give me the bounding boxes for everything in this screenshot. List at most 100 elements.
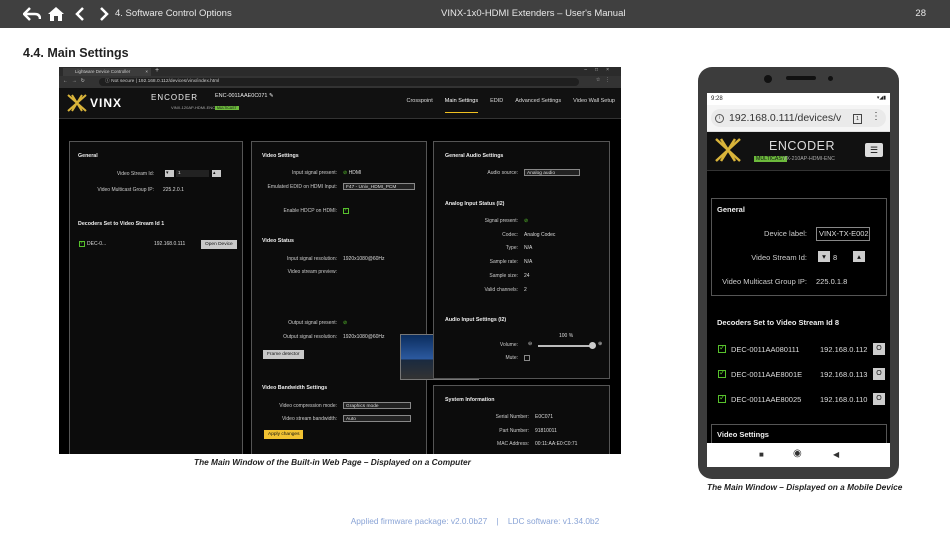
nav-main-settings[interactable]: Main Settings [444,98,479,113]
hamburger-menu-icon[interactable]: ☰ [865,143,883,157]
decoder-checkbox[interactable] [79,240,85,247]
home-icon[interactable] [46,5,66,23]
volume-label: Volume: [499,342,518,348]
close-tab-icon[interactable]: × [145,68,148,76]
url-field[interactable]: ⓘ Not secure | 192.168.0.112/devices/vin… [99,78,579,86]
footer: Applied firmware package: v2.0.0b27 | LD… [0,516,950,526]
input-present-value: ⊘ HDMI [343,170,362,176]
nav-advanced-settings[interactable]: Advanced Settings [515,98,561,113]
status-bar: 9:28 ▾◢▮ [707,93,890,105]
mobile-stream-id-value[interactable]: 8 [833,253,837,262]
volume-slider[interactable] [538,342,596,349]
codec-value: Analog Codec [524,232,556,238]
signal-present-label: Signal present: [484,218,518,224]
decoder-checkbox[interactable] [718,343,726,353]
video-status-title: Video Status [262,238,294,244]
new-tab-icon[interactable]: + [155,67,159,74]
nav-crosspoint[interactable]: Crosspoint [406,98,432,113]
window-controls-icon[interactable]: –□× [584,67,617,73]
decoder-name: DEC-0011AAE80025 [731,395,802,404]
vinx-logo: VINX [67,92,129,114]
mobile-general-title: General [717,205,745,214]
recent-apps-icon[interactable]: ■ [759,450,764,459]
multicast-label: Video Multicast Group IP: [97,187,154,193]
device-label-input[interactable]: VINX-TX-E002( [816,227,870,241]
mobile-stream-id-label: Video Stream Id: [751,253,807,262]
status-icons: ▾◢▮ [876,95,886,101]
volume-slider-knob[interactable] [589,342,596,349]
open-device-button[interactable]: O [873,368,885,380]
mobile-phone: 9:28 ▾◢▮ 192.168.0.111/devices/v i 1 ⋮ E… [698,67,899,479]
stream-id-input[interactable]: 1 [176,170,209,177]
decoder-checkbox[interactable] [718,393,726,403]
open-device-button[interactable]: O [873,393,885,405]
nav-edid[interactable]: EDID [490,98,503,113]
mobile-stream-id-up-button[interactable]: ▴ [853,251,865,262]
decoder-ip: 192.168.0.112 [820,345,868,354]
nav-video-wall[interactable]: Video Wall Setup [573,98,615,113]
chapter-title: 4. Software Control Options [115,8,232,19]
system-panel: System Information Serial Number: E0C071… [433,385,610,454]
type-value: N/A [524,245,533,251]
mute-checkbox[interactable] [524,355,530,361]
computer-caption: The Main Window of the Built-in Web Page… [194,457,471,467]
menu-icon[interactable]: ⋮ [871,111,881,122]
sample-size-label: Sample size: [489,273,518,279]
part-value: 91810011 [535,428,557,434]
next-icon[interactable] [94,5,114,23]
page-number: 28 [915,8,926,19]
decoder-name: DEC-0011AA080111 [731,345,800,354]
open-device-button[interactable]: O [873,343,885,355]
vinx-logo-icon [67,94,87,112]
back-button-icon[interactable]: ◀ [833,450,839,459]
serial-value: E0C071 [535,414,554,420]
frame-detector-button[interactable]: Frame detector [263,350,304,359]
audio-source-label: Audio source: [487,170,518,176]
sample-rate-label: Sample rate: [489,259,518,265]
audio-title: General Audio Settings [445,153,504,159]
volume-slider-fill [538,345,594,347]
mobile-multicast-value: 225.0.1.8 [816,277,848,286]
top-bar: 4. Software Control Options VINX-1x0-HDM… [0,0,950,28]
status-time: 9:28 [711,96,723,102]
hdcp-checkbox[interactable] [343,207,349,214]
bookmark-icon[interactable]: ☆⋮ [596,78,615,83]
compression-mode-select[interactable]: Graphics mode [343,402,411,409]
decoder-name: DEC-0011AAE8001E [731,370,803,379]
output-res-label: Output signal resolution: [283,334,337,340]
compression-mode-label: Video compression mode: [279,403,337,409]
stream-id-down-button[interactable]: ▾ [165,170,174,177]
tabs-count-icon[interactable]: 1 [853,114,862,124]
device-name[interactable]: ENC-0011AAE0C071 ✎ [215,93,274,99]
back-icon[interactable] [22,5,42,23]
mobile-app-header: ENCODER MULTICAST VX-210AP-HDMI-ENC ☰ [707,132,890,171]
mobile-address-bar: 192.168.0.111/devices/v i 1 ⋮ [707,105,890,132]
apply-changes-button[interactable]: Apply changes [264,430,304,439]
serial-label: Serial Number: [495,414,529,420]
home-button-icon[interactable]: ◉ [793,448,802,459]
browser-tab[interactable]: Lightware Device Controller × [63,68,151,76]
open-device-button[interactable]: Open Device [201,240,237,249]
sensor-icon [828,76,833,81]
bandwidth-select[interactable]: Auto [343,415,411,422]
mac-value: 00:11:AA:E0:C0:71 [535,441,578,447]
edid-label: Emulated EDID on HDMI Input: [267,184,337,190]
volume-plus-icon[interactable]: ⊕ [598,341,602,347]
part-label: Part Number: [499,428,529,434]
mobile-multicast-label: Video Multicast Group IP: [722,277,807,286]
browser-nav-icons[interactable]: ←→↻ [63,79,89,84]
volume-minus-icon[interactable]: ⊖ [528,341,532,347]
mobile-stream-id-down-button[interactable]: ▾ [818,251,830,262]
decoder-checkbox[interactable] [718,368,726,378]
info-icon[interactable]: i [715,114,724,123]
audio-source-select[interactable]: Analog audio [524,169,580,176]
mobile-video-settings-title: Video Settings [717,430,769,439]
section-title: 4.4. Main Settings [23,46,129,60]
prev-icon[interactable] [70,5,90,23]
codec-label: Codec: [502,232,518,238]
stream-id-up-button[interactable]: ▴ [212,170,221,177]
edid-select[interactable]: F47 - Univ_HDMI_PCM [343,183,415,190]
mac-label: MAC Address: [497,441,529,447]
decoder-name: DEC-0... [87,241,107,247]
app-nav: Crosspoint Main Settings EDID Advanced S… [406,98,615,113]
